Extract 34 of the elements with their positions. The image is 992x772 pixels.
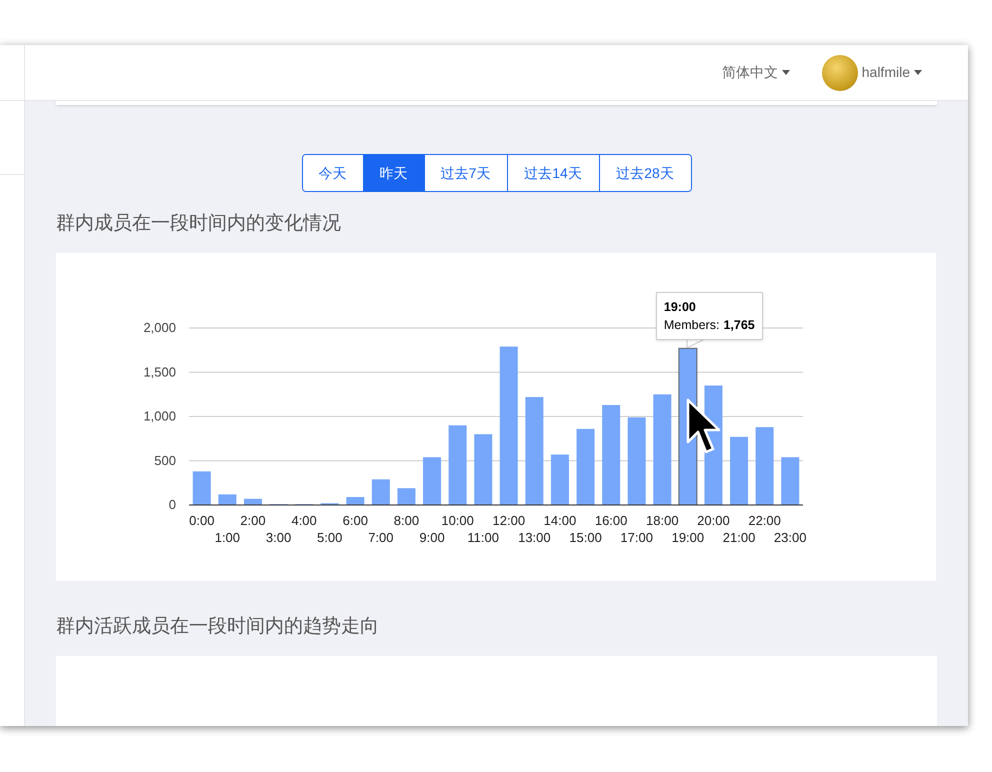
section-title: 群内成员在一段时间内的变化情况 — [56, 212, 342, 236]
x-tick-label: 0:00 — [189, 513, 214, 528]
x-tick-label: 20:00 — [697, 513, 730, 528]
x-tick-label: 5:00 — [317, 530, 342, 545]
tooltip-value: 1,765 — [723, 317, 755, 334]
x-tick-label: 3:00 — [266, 530, 292, 545]
x-tick-label: 6:00 — [342, 513, 368, 528]
x-tick-label: 1:00 — [214, 530, 240, 545]
y-tick-label: 1,500 — [143, 364, 176, 380]
x-tick-label: 16:00 — [594, 513, 628, 528]
x-tick-label: 13:00 — [518, 530, 551, 545]
section-title: 群内活跃成员在一段时间内的趋势走向 — [56, 615, 380, 639]
y-tick-label: 0 — [168, 497, 176, 512]
x-tick-label: 12:00 — [492, 513, 526, 528]
x-tick-label: 15:00 — [569, 530, 602, 545]
x-tick-label: 4:00 — [291, 513, 317, 528]
x-tick-label: 14:00 — [544, 513, 576, 528]
x-tick-label: 18:00 — [646, 513, 679, 528]
tooltip-label: Members: — [664, 317, 720, 334]
x-tick-label: 2:00 — [240, 513, 266, 528]
y-tick-label: 2,000 — [143, 320, 176, 335]
tooltip-title: 19:00 — [664, 299, 697, 316]
x-tick-label: 10:00 — [441, 513, 474, 528]
y-tick-label: 1,000 — [143, 408, 176, 424]
x-tick-label: 23:00 — [774, 530, 806, 545]
y-tick-label: 500 — [154, 452, 176, 468]
x-tick-label: 7:00 — [368, 530, 394, 545]
x-tick-label: 22:00 — [748, 513, 781, 528]
x-tick-label: 8:00 — [394, 513, 420, 528]
x-tick-label: 19:00 — [672, 530, 704, 545]
x-tick-label: 11:00 — [467, 530, 499, 545]
x-tick-label: 21:00 — [722, 530, 756, 545]
x-tick-label: 9:00 — [419, 530, 445, 545]
x-tick-label: 17:00 — [620, 530, 653, 545]
